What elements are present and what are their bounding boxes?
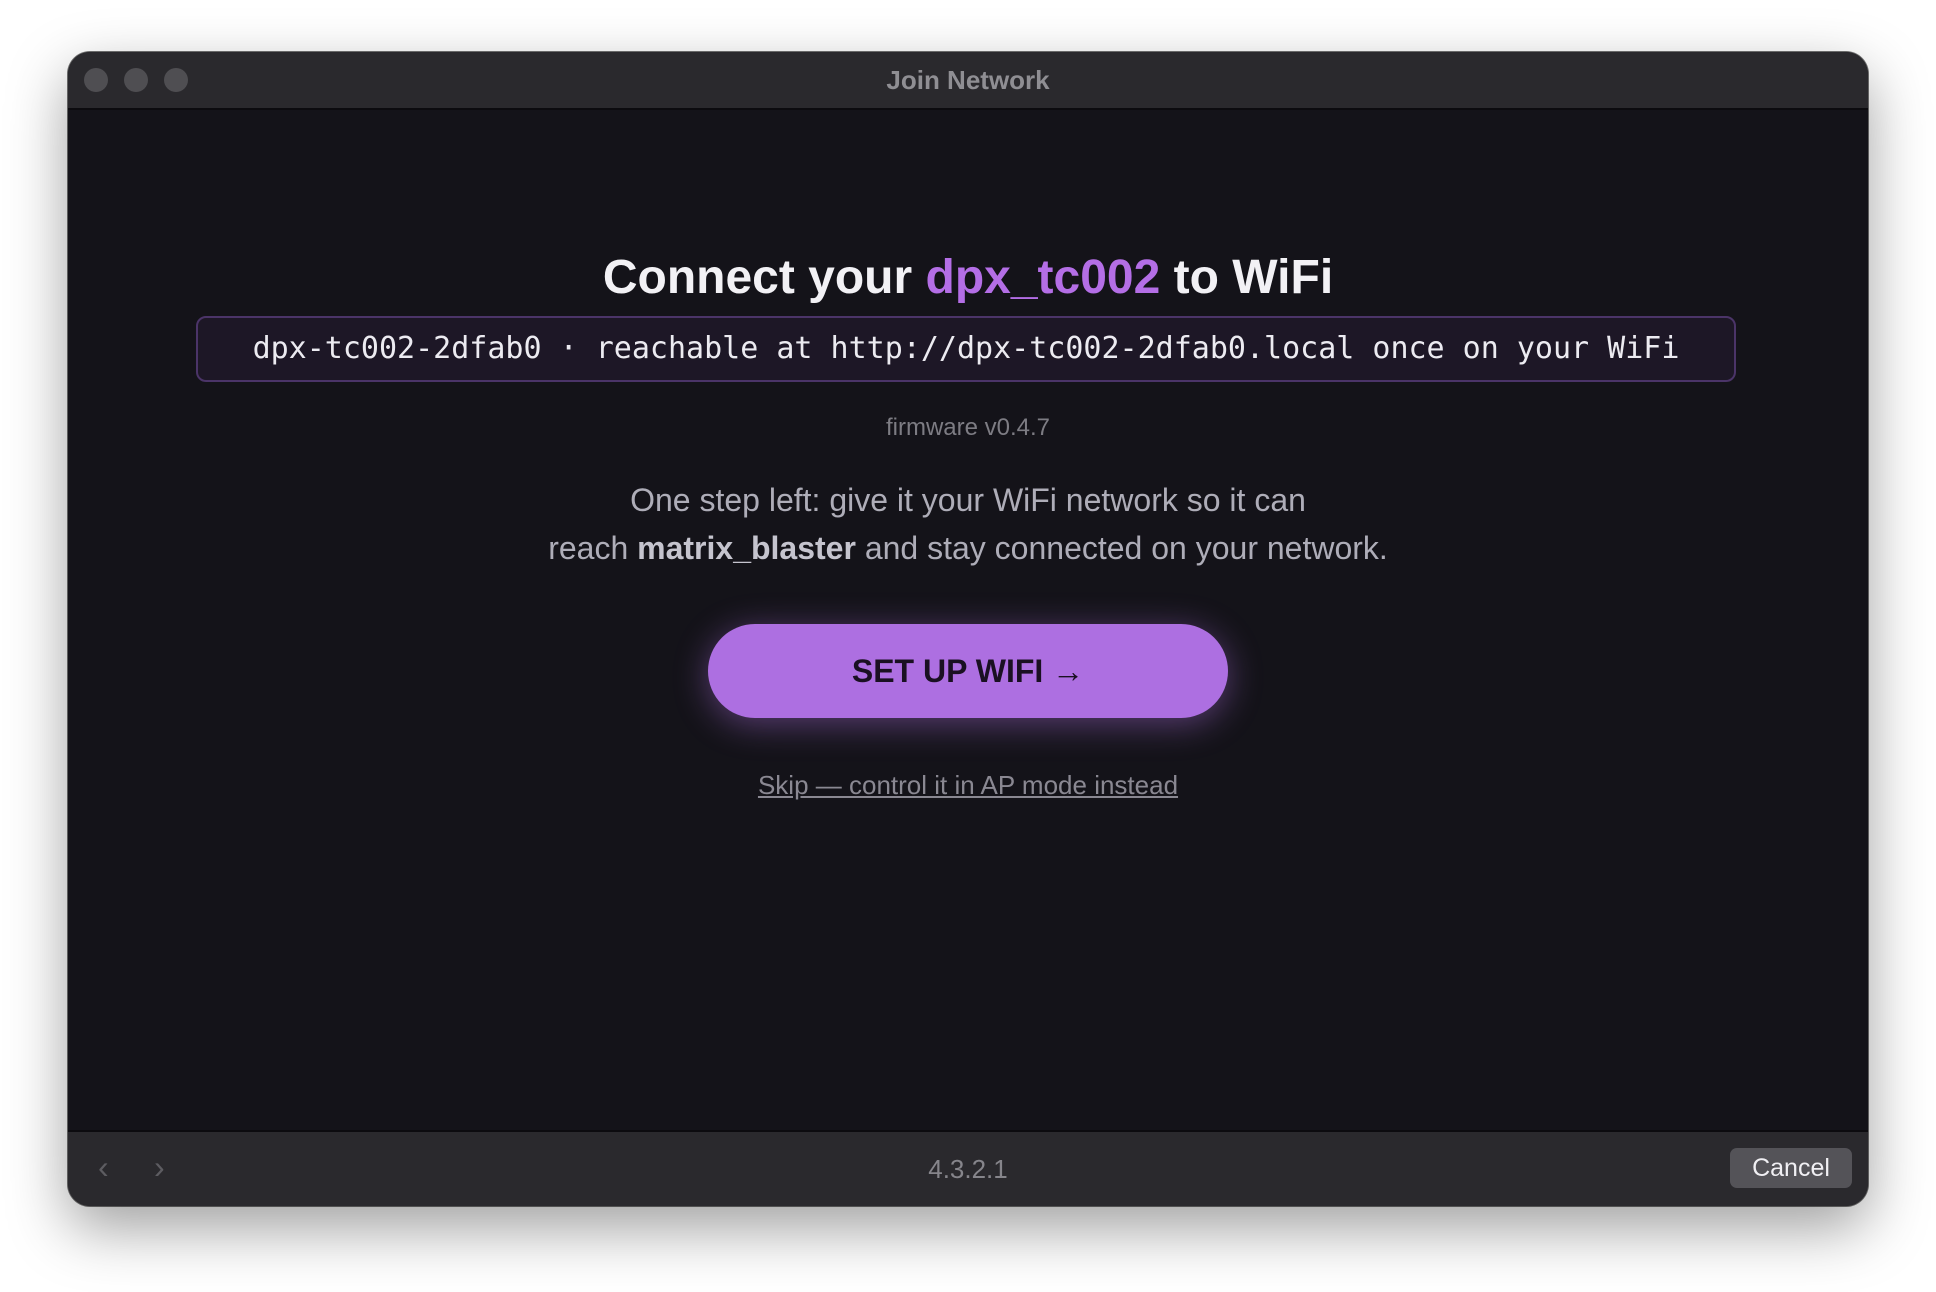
page-title: Connect your dpx_tc002 to WiFi [68,250,1868,306]
device-host-info: dpx-tc002-2dfab0 · reachable at http://d… [196,316,1736,382]
main-content: Connect your dpx_tc002 to WiFi dpx-tc002… [68,110,1868,1132]
instruction-text: One step left: give it your WiFi network… [68,476,1868,572]
title-bar: Join Network [68,52,1868,110]
skip-ap-mode-link[interactable]: Skip — control it in AP mode instead [758,770,1178,800]
instruction-line-2-suffix: and stay connected on your network. [855,530,1388,566]
bottom-toolbar: ‹ › 4.3.2.1 Cancel [68,1130,1868,1206]
target-app-name: matrix_blaster [637,530,856,566]
join-network-window: Join Network Connect your dpx_tc002 to W… [68,52,1868,1206]
firmware-version: firmware v0.4.7 [885,414,1051,441]
heading-device-name: dpx_tc002 [925,251,1161,304]
heading-prefix: Connect your [602,251,926,304]
skip-container: Skip — control it in AP mode instead [68,770,1868,801]
instruction-line-2: reach matrix_blaster and stay connected … [68,524,1868,572]
instruction-line-1: One step left: give it your WiFi network… [630,482,1306,518]
cancel-button[interactable]: Cancel [1730,1148,1852,1188]
window-title: Join Network [886,65,1050,95]
heading-suffix: to WiFi [1160,251,1334,304]
instruction-line-2-prefix: reach [548,530,638,566]
address-display: 4.3.2.1 [928,1154,1008,1184]
set-up-wifi-button[interactable]: SET UP WIFI → [708,624,1228,718]
